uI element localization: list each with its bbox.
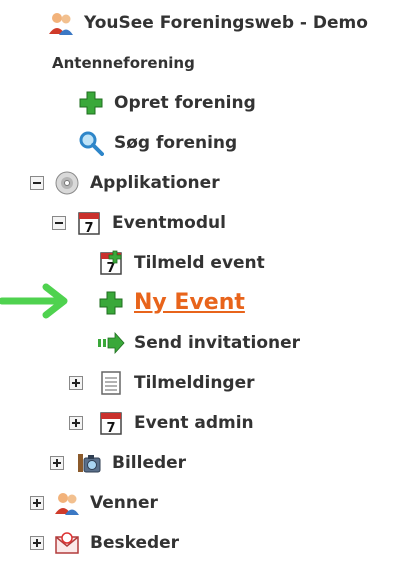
green-plus-icon (76, 88, 106, 118)
tree-item-root[interactable]: YouSee Foreningsweb - Demo (46, 8, 368, 38)
send-arrow-icon (96, 328, 126, 358)
expand-toggle-event-admin[interactable] (69, 416, 83, 430)
magnifier-icon (76, 128, 106, 158)
calendar-icon: 7 (96, 408, 126, 438)
tree-item-label: Søg forening (114, 133, 238, 153)
tree-item-label: Event admin (134, 413, 254, 433)
list-icon (96, 368, 126, 398)
tree-item-label: Applikationer (90, 173, 220, 193)
tree-item-label: Opret forening (114, 93, 256, 113)
expand-toggle-venner[interactable] (30, 496, 44, 510)
expand-toggle-billeder[interactable] (50, 456, 64, 470)
ny-event-link[interactable]: Ny Event (134, 288, 245, 318)
tree-item-tilmeld-event[interactable]: 7 Tilmeld event (96, 248, 265, 278)
camera-icon (74, 448, 104, 478)
users-icon (52, 488, 82, 518)
collapse-toggle-eventmodul[interactable] (52, 216, 66, 230)
tree-item-label: Tilmeldinger (134, 373, 255, 393)
calendar-plus-icon: 7 (96, 248, 126, 278)
section-label: Antenneforening (52, 48, 195, 78)
svg-text:7: 7 (84, 221, 93, 236)
collapse-toggle-applikationer[interactable] (30, 176, 44, 190)
green-plus-icon (96, 288, 126, 318)
tree-item-label: Venner (90, 493, 158, 513)
tree-item-beskeder[interactable]: Beskeder (52, 528, 179, 558)
expand-toggle-beskeder[interactable] (30, 536, 44, 550)
svg-text:7: 7 (106, 421, 115, 436)
tree-item-applikationer[interactable]: Applikationer (52, 168, 220, 198)
tree-item-label: Beskeder (90, 533, 180, 553)
tree-item-label: YouSee Foreningsweb - Demo (84, 13, 368, 33)
tree-item-label: Tilmeld event (134, 253, 265, 273)
tree-item-label: Billeder (112, 453, 187, 473)
tree-item-tilmeldinger[interactable]: Tilmeldinger (96, 368, 255, 398)
tree-item-billeder[interactable]: Billeder (74, 448, 186, 478)
tree-item-eventmodul[interactable]: 7 Eventmodul (74, 208, 226, 238)
envelope-icon (52, 528, 82, 558)
tree-item-opret-forening[interactable]: Opret forening (76, 88, 256, 118)
tree-item-event-admin[interactable]: 7 Event admin (96, 408, 254, 438)
cd-icon (52, 168, 82, 198)
tree-item-label: Eventmodul (112, 213, 226, 233)
expand-toggle-tilmeldinger[interactable] (69, 376, 83, 390)
tree-item-venner[interactable]: Venner (52, 488, 158, 518)
calendar-icon: 7 (74, 208, 104, 238)
tree-item-send-invitationer[interactable]: Send invitationer (96, 328, 300, 358)
tree-item-label: Send invitationer (134, 333, 301, 353)
section-label-text: Antenneforening (52, 54, 195, 72)
tree-item-sog-forening[interactable]: Søg forening (76, 128, 237, 158)
tree-item-ny-event[interactable]: Ny Event (96, 288, 245, 318)
annotation-arrow-icon (0, 283, 68, 319)
users-icon (46, 8, 76, 38)
